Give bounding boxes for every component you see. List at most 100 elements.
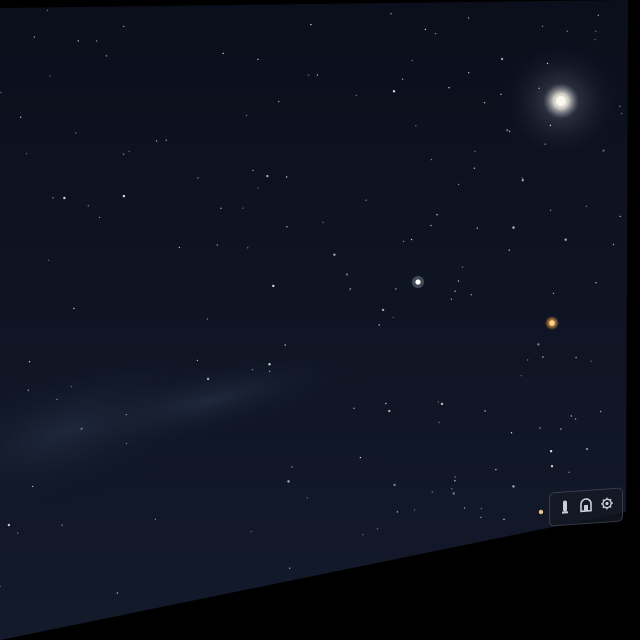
background-star: [353, 407, 355, 409]
background-star: [252, 169, 254, 172]
background-star: [251, 369, 254, 371]
view-toolbar: [549, 487, 623, 527]
sky-view[interactable]: [0, 0, 640, 640]
background-star: [544, 143, 546, 145]
background-star: [284, 344, 286, 346]
background-star: [480, 516, 482, 519]
background-star: [307, 74, 310, 76]
background-star: [476, 227, 478, 229]
background-star: [266, 174, 269, 178]
background-star: [597, 14, 599, 16]
background-star: [568, 471, 570, 473]
background-star: [451, 488, 453, 490]
background-star: [291, 466, 293, 468]
background-star: [434, 33, 437, 35]
background-star: [77, 40, 80, 42]
background-star: [392, 90, 396, 93]
background-star: [495, 468, 497, 471]
background-star: [268, 370, 271, 372]
background-star: [7, 523, 11, 527]
background-star: [349, 289, 351, 291]
background-star: [411, 59, 413, 62]
background-star: [33, 36, 35, 38]
background-star: [122, 153, 125, 155]
settings-button[interactable]: [598, 494, 616, 517]
background-star: [222, 52, 224, 55]
background-star: [378, 324, 380, 326]
background-star: [541, 25, 544, 27]
background-star: [560, 428, 562, 430]
moon[interactable]: [501, 41, 621, 161]
background-star: [278, 100, 280, 103]
observatory-icon: [579, 497, 593, 518]
background-star: [116, 592, 119, 594]
background-star: [619, 105, 621, 108]
background-star: [480, 507, 483, 510]
background-star: [512, 226, 515, 229]
background-star: [287, 480, 290, 483]
background-star: [542, 356, 544, 358]
background-star: [257, 187, 259, 189]
background-star: [75, 132, 77, 134]
background-star: [454, 480, 456, 482]
background-star: [70, 386, 73, 388]
background-star: [310, 23, 312, 26]
observatory-button[interactable]: [577, 495, 595, 518]
background-star: [474, 150, 476, 152]
background-star: [463, 507, 466, 509]
bright-star[interactable]: [412, 276, 424, 288]
background-star: [549, 124, 552, 127]
background-star: [392, 316, 394, 319]
background-star: [27, 389, 29, 391]
background-star: [574, 418, 577, 420]
background-star: [484, 410, 486, 412]
background-star: [509, 130, 511, 133]
background-star: [52, 197, 54, 199]
background-star: [206, 318, 209, 320]
background-star: [123, 25, 125, 28]
background-star: [154, 518, 157, 520]
background-star: [512, 485, 515, 488]
background-star: [538, 87, 540, 90]
background-star: [503, 518, 505, 521]
background-star: [98, 216, 101, 219]
background-star: [454, 290, 456, 292]
background-star: [306, 497, 308, 499]
background-star: [520, 375, 522, 377]
planetarium-viewport[interactable]: [0, 0, 640, 640]
background-star: [602, 149, 605, 152]
background-star: [61, 524, 63, 526]
planet-small[interactable]: [538, 509, 544, 515]
background-star: [165, 139, 167, 141]
background-star: [376, 528, 379, 530]
background-star: [410, 238, 413, 241]
planet-mars[interactable]: [545, 316, 559, 330]
background-star: [359, 456, 362, 459]
background-star: [564, 238, 567, 241]
background-star: [80, 427, 83, 430]
background-star: [220, 207, 222, 209]
background-star: [450, 298, 453, 300]
background-star: [566, 30, 568, 32]
background-star: [430, 224, 432, 227]
background-star: [620, 112, 623, 115]
background-star: [595, 282, 597, 284]
background-star: [47, 259, 50, 261]
background-star: [521, 179, 524, 182]
background-star: [585, 447, 589, 451]
background-star: [242, 207, 244, 209]
background-star: [539, 427, 541, 429]
background-star: [468, 72, 470, 74]
background-star: [32, 485, 34, 488]
background-star: [550, 465, 554, 468]
background-star: [454, 476, 456, 478]
background-star: [461, 266, 464, 268]
background-star: [355, 94, 358, 97]
background-star: [25, 152, 28, 155]
background-star: [345, 273, 349, 276]
background-star: [500, 93, 502, 96]
background-star: [537, 343, 540, 346]
background-star: [575, 356, 577, 359]
background-star: [552, 292, 555, 295]
telescope-button[interactable]: [556, 497, 574, 520]
